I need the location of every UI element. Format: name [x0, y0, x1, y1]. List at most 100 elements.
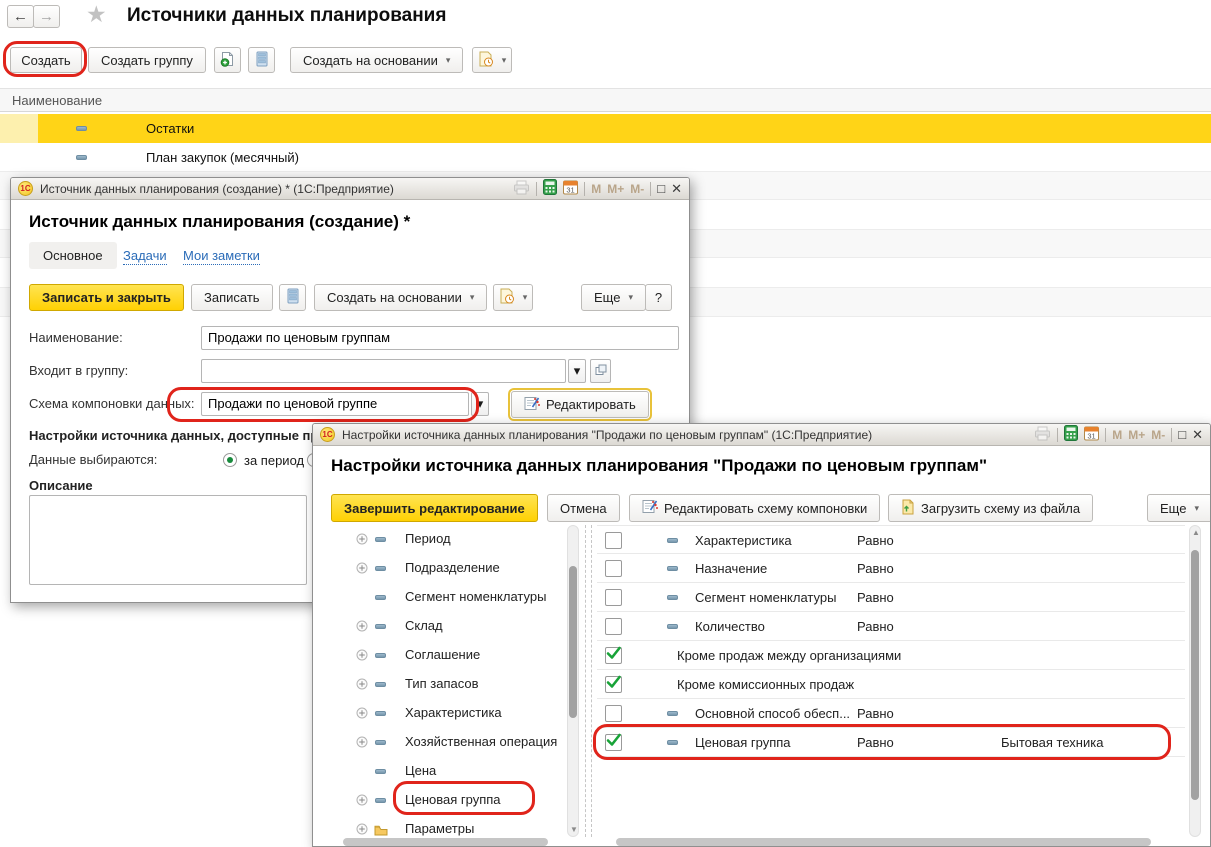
calculator-icon[interactable] [1064, 425, 1078, 444]
group-dropdown-button[interactable]: ▾ [568, 359, 586, 383]
memory-m-button[interactable]: M [591, 182, 601, 196]
tree-item-sklad[interactable]: Склад [331, 612, 567, 641]
group-field[interactable] [201, 359, 566, 383]
checkbox-checked[interactable] [605, 647, 622, 664]
checkbox-unchecked[interactable] [605, 532, 622, 549]
edit-schema-button[interactable]: Редактировать [511, 391, 649, 418]
load-schema-button[interactable]: Загрузить схему из файла [888, 494, 1093, 522]
condition-row-osnovnoj-sposob[interactable]: Основной способ обесп... Равно [597, 699, 1185, 728]
conditions-vertical-scrollbar[interactable]: ▲ [1189, 525, 1201, 837]
condition-row-kolichestvo[interactable]: Количество Равно [597, 612, 1185, 641]
nav-forward-button[interactable]: → [33, 5, 60, 28]
group-open-button[interactable] [590, 359, 611, 383]
memory-mminus-button[interactable]: M- [1151, 428, 1165, 442]
table-row-plan-zakupok[interactable]: План закупок (месячный) [0, 143, 1211, 172]
expand-icon[interactable] [356, 794, 368, 809]
condition-row-krome-komissionnyh[interactable]: Кроме комиссионных продаж [597, 670, 1185, 699]
tree-item-period[interactable]: Период [331, 525, 567, 554]
print-icon[interactable] [1034, 426, 1051, 444]
dialog1-titlebar[interactable]: 1С Источник данных планирования (создани… [11, 178, 689, 200]
checkbox-unchecked[interactable] [605, 705, 622, 722]
expand-icon[interactable] [356, 707, 368, 722]
condition-row-cenovaya-gruppa[interactable]: Ценовая группа Равно Бытовая техника [597, 728, 1185, 757]
memory-mminus-button[interactable]: M- [630, 182, 644, 196]
panel-splitter[interactable] [591, 525, 592, 837]
table-header-name[interactable]: Наименование [0, 88, 1211, 112]
save-button[interactable]: Записать [191, 284, 273, 311]
condition-row-segment[interactable]: Сегмент номенклатуры Равно [597, 583, 1185, 612]
scrollbar-thumb[interactable] [569, 566, 577, 718]
maximize-icon[interactable]: □ [657, 181, 665, 196]
create-copy-button[interactable] [214, 47, 241, 73]
scrollbar-thumb[interactable] [1191, 550, 1199, 800]
conditions-horizontal-scrollbar[interactable] [616, 838, 1151, 846]
list-view-button[interactable] [279, 284, 306, 311]
tree-item-harakteristika[interactable]: Характеристика [331, 699, 567, 728]
checkbox-unchecked[interactable] [605, 589, 622, 606]
schema-field[interactable]: Продажи по ценовой группе [201, 392, 469, 416]
tree-item-segment-nomenklatury[interactable]: Сегмент номенклатуры [331, 583, 567, 612]
condition-row-naznachenie[interactable]: Назначение Равно [597, 554, 1185, 583]
more-button[interactable]: Еще ▾ [581, 284, 646, 311]
create-button[interactable]: Создать [10, 47, 82, 73]
tree-horizontal-scrollbar[interactable] [343, 838, 548, 846]
favorite-star-icon[interactable]: ★ [86, 1, 107, 28]
scroll-up-icon[interactable]: ▲ [1192, 528, 1200, 537]
name-field[interactable]: Продажи по ценовым группам [201, 326, 679, 350]
memory-mplus-button[interactable]: M+ [1128, 428, 1145, 442]
nav-back-button[interactable]: ← [7, 5, 34, 28]
tab-main[interactable]: Основное [29, 242, 117, 269]
expand-icon[interactable] [356, 533, 368, 548]
maximize-icon[interactable]: □ [1178, 427, 1186, 442]
create-based-on-button[interactable]: Создать на основании ▾ [314, 284, 487, 311]
tree-item-podrazdelenie[interactable]: Подразделение [331, 554, 567, 583]
expand-icon[interactable] [356, 649, 368, 664]
tree-vertical-scrollbar[interactable]: ▼ [567, 525, 579, 837]
expand-icon[interactable] [356, 736, 368, 751]
memory-m-button[interactable]: M [1112, 428, 1122, 442]
reports-dropdown-button[interactable]: ▾ [493, 284, 533, 311]
tree-item-soglashenie[interactable]: Соглашение [331, 641, 567, 670]
help-button[interactable]: ? [645, 284, 672, 311]
create-group-button[interactable]: Создать группу [88, 47, 206, 73]
description-textarea[interactable] [29, 495, 307, 585]
more-button[interactable]: Еще ▾ [1147, 494, 1211, 522]
expand-icon[interactable] [356, 823, 368, 838]
tab-tasks[interactable]: Задачи [123, 248, 167, 265]
tree-item-cena[interactable]: Цена [331, 757, 567, 786]
close-icon[interactable]: ✕ [671, 181, 682, 197]
memory-mplus-button[interactable]: M+ [607, 182, 624, 196]
scroll-down-icon[interactable]: ▼ [570, 825, 578, 834]
close-icon[interactable]: ✕ [1192, 427, 1203, 443]
print-icon[interactable] [513, 180, 530, 198]
expand-icon[interactable] [356, 678, 368, 693]
edit-composition-schema-button[interactable]: Редактировать схему компоновки [629, 494, 880, 522]
tree-item-cenovaya-gruppa[interactable]: Ценовая группа [331, 786, 567, 815]
condition-row-krome-prodazh[interactable]: Кроме продаж между организациями [597, 641, 1185, 670]
checkbox-unchecked[interactable] [605, 618, 622, 635]
cancel-button[interactable]: Отмена [547, 494, 620, 522]
save-and-close-button[interactable]: Записать и закрыть [29, 284, 184, 311]
panel-splitter[interactable] [585, 525, 586, 837]
schema-dropdown-button[interactable]: ▾ [471, 392, 489, 416]
list-view-button[interactable] [248, 47, 275, 73]
checkbox-checked[interactable] [605, 676, 622, 693]
calendar-icon[interactable]: 31 [563, 179, 578, 198]
tab-my-notes[interactable]: Мои заметки [183, 248, 260, 265]
checkbox-unchecked[interactable] [605, 560, 622, 577]
calendar-icon[interactable]: 31 [1084, 425, 1099, 444]
condition-row-harakteristika[interactable]: Характеристика Равно [597, 525, 1185, 554]
finish-editing-button[interactable]: Завершить редактирование [331, 494, 538, 522]
dialog2-titlebar[interactable]: 1С Настройки источника данных планирован… [313, 424, 1210, 446]
expand-icon[interactable] [356, 620, 368, 635]
tree-item-hozyajstvennaya-operaciya[interactable]: Хозяйственная операция [331, 728, 567, 757]
expand-icon[interactable] [356, 562, 368, 577]
checkbox-checked[interactable] [605, 734, 622, 751]
table-row-ostatki[interactable]: Остатки [0, 114, 1211, 143]
radio-for-period[interactable] [223, 453, 237, 467]
tree-item-tip-zapasov[interactable]: Тип запасов [331, 670, 567, 699]
reports-dropdown-button[interactable]: ▾ [472, 47, 512, 73]
calculator-icon[interactable] [543, 179, 557, 198]
create-based-on-button[interactable]: Создать на основании ▾ [290, 47, 463, 73]
tree-item-label: Подразделение [405, 560, 500, 575]
